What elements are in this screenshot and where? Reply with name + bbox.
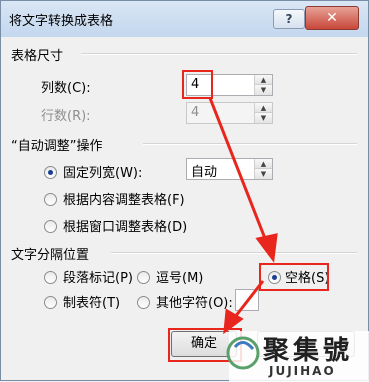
arrow-to-ok-line	[233, 280, 265, 318]
convert-text-to-table-dialog: 将文字转换成表格 ? ✕ 表格尺寸 列数(C): 4 ▲ ▼ 行数(R): 4 …	[0, 0, 369, 382]
arrow-to-space-line	[208, 97, 268, 242]
watermark-logo-icon	[226, 336, 260, 370]
watermark-subtitle: JUJIHAO	[269, 364, 336, 378]
watermark-title: 聚集號	[263, 336, 354, 366]
arrow-to-space-head	[255, 233, 278, 263]
annotation-arrows	[208, 97, 278, 335]
